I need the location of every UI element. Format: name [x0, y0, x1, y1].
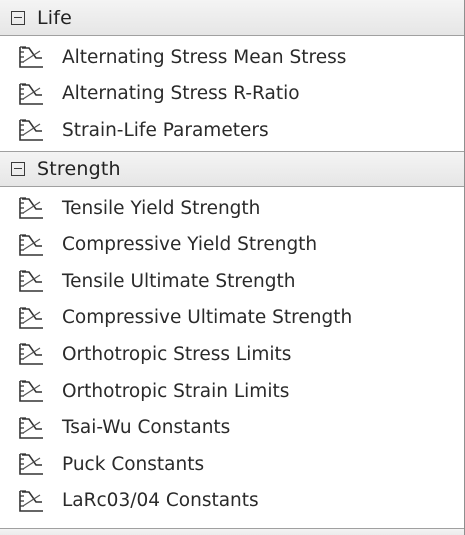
toolbox-panel: Life Alternating Stress Mean Stress Alte… [0, 0, 465, 535]
list-item[interactable]: LaRc03/04 Constants [0, 483, 464, 520]
collapse-minus-icon[interactable] [11, 161, 25, 176]
list-item-label: Tsai-Wu Constants [62, 417, 231, 439]
list-item-label: Alternating Stress R-Ratio [62, 83, 300, 105]
list-item[interactable]: Strain-Life Parameters [0, 112, 464, 149]
list-item[interactable]: Compressive Yield Strength [0, 226, 464, 263]
property-chart-icon [19, 307, 43, 329]
list-item-label: Orthotropic Strain Limits [62, 380, 290, 402]
list-item-label: Tensile Yield Strength [62, 197, 261, 219]
section-items-strength: Tensile Yield Strength Compressive Yield… [0, 187, 464, 521]
list-item-label: Orthotropic Stress Limits [62, 343, 292, 365]
property-chart-icon [19, 119, 43, 142]
property-chart-icon [19, 46, 43, 69]
property-chart-icon [19, 270, 43, 293]
list-item-label: LaRc03/04 Constants [62, 490, 259, 512]
section-header-life[interactable]: Life [0, 0, 464, 36]
list-item-label: Tensile Ultimate Strength [62, 270, 296, 292]
list-item[interactable]: Tensile Yield Strength [0, 190, 464, 227]
section-items-life: Alternating Stress Mean Stress Alternati… [0, 36, 464, 151]
property-chart-icon [19, 417, 43, 439]
property-chart-icon [19, 343, 43, 366]
property-chart-icon [19, 380, 43, 402]
property-chart-icon [19, 453, 43, 476]
list-item[interactable]: Tsai-Wu Constants [0, 409, 464, 446]
section-header-strength[interactable]: Strength [0, 150, 464, 187]
property-chart-icon [19, 83, 43, 105]
property-chart-icon [19, 234, 43, 256]
next-section-header-edge [0, 528, 464, 535]
list-item[interactable]: Puck Constants [0, 446, 464, 483]
list-item-label: Compressive Yield Strength [62, 234, 318, 256]
property-chart-icon [19, 197, 43, 219]
list-item[interactable]: Alternating Stress Mean Stress [0, 39, 464, 76]
list-item-label: Strain-Life Parameters [62, 119, 269, 141]
list-item-label: Alternating Stress Mean Stress [62, 46, 347, 68]
collapse-minus-icon[interactable] [11, 10, 25, 25]
section-title: Life [37, 6, 73, 29]
property-chart-icon [19, 490, 43, 512]
list-item-label: Compressive Ultimate Strength [62, 307, 353, 329]
list-item[interactable]: Compressive Ultimate Strength [0, 300, 464, 337]
list-item-label: Puck Constants [62, 453, 205, 475]
list-item[interactable]: Orthotropic Strain Limits [0, 373, 464, 410]
list-item[interactable]: Alternating Stress R-Ratio [0, 76, 464, 113]
list-item[interactable]: Tensile Ultimate Strength [0, 263, 464, 300]
section-title: Strength [37, 157, 121, 180]
list-item[interactable]: Orthotropic Stress Limits [0, 336, 464, 373]
